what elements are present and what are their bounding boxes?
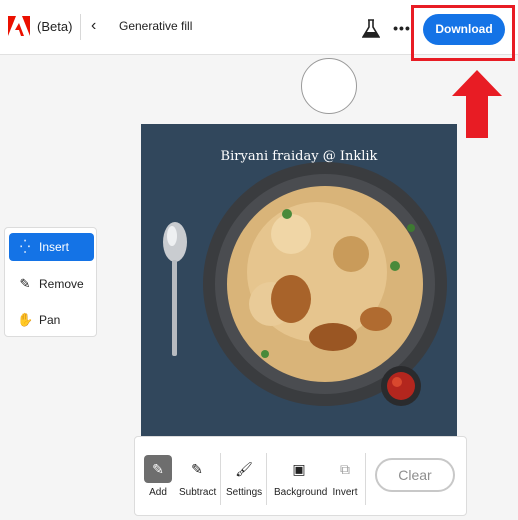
biryani-illustration	[163, 162, 447, 406]
beta-label: (Beta)	[37, 19, 73, 34]
settings-label: Settings	[226, 487, 263, 498]
canvas-image[interactable]: Biryani fraiday @ Inklik	[141, 124, 457, 440]
flask-icon[interactable]	[362, 19, 380, 39]
insert-tool[interactable]: ⁛ Insert	[9, 233, 94, 261]
brush-add-icon: ✎	[144, 455, 172, 483]
header-divider	[80, 14, 81, 40]
hand-icon: ✋	[17, 312, 34, 327]
background-label: Background	[274, 487, 328, 498]
toolbar-divider	[220, 453, 221, 505]
avatar[interactable]	[301, 58, 357, 114]
toolbar-divider	[365, 453, 366, 505]
pan-tool[interactable]: ✋ Pan	[9, 306, 94, 334]
add-button[interactable]: ✎ Add	[142, 455, 174, 503]
clear-button[interactable]: Clear	[375, 458, 455, 492]
invert-label: Invert	[332, 487, 358, 498]
background-button[interactable]: ▣ Background	[274, 455, 328, 503]
settings-button[interactable]: 🖌 Settings	[226, 455, 262, 503]
insert-sparkle-icon: ⁛	[19, 239, 31, 254]
add-label: Add	[149, 487, 167, 498]
brush-subtract-icon: ✎	[191, 461, 203, 477]
remove-tool[interactable]: ✎ Remove	[9, 270, 94, 298]
image-icon: ▣	[292, 461, 306, 477]
subtract-label: Subtract	[179, 487, 217, 498]
download-highlight-box	[411, 5, 515, 61]
invert-button[interactable]: ⧉ Invert	[330, 455, 360, 503]
toolbar-divider	[266, 453, 267, 505]
adobe-logo-icon[interactable]	[8, 16, 30, 36]
canvas-caption: Biryani fraiday @ Inklik	[220, 149, 378, 164]
remove-eraser-icon: ✎	[19, 276, 31, 291]
remove-tool-label: Remove	[39, 277, 84, 291]
page-title: Generative fill	[119, 19, 193, 33]
insert-tool-label: Insert	[39, 240, 70, 254]
tool-panel: ⁛ Insert ✎ Remove ✋ Pan	[4, 227, 97, 337]
bottom-toolbar: ✎ Add ✎ Subtract 🖌 Settings ▣ Background…	[134, 436, 467, 516]
arrow-up-icon	[452, 70, 502, 138]
brush-icon: 🖌	[235, 461, 253, 477]
chevron-left-icon[interactable]: ‹	[91, 14, 105, 38]
more-icon[interactable]: •••	[392, 18, 412, 38]
invert-icon: ⧉	[340, 461, 350, 477]
subtract-button[interactable]: ✎ Subtract	[179, 455, 217, 503]
pan-tool-label: Pan	[39, 313, 61, 327]
